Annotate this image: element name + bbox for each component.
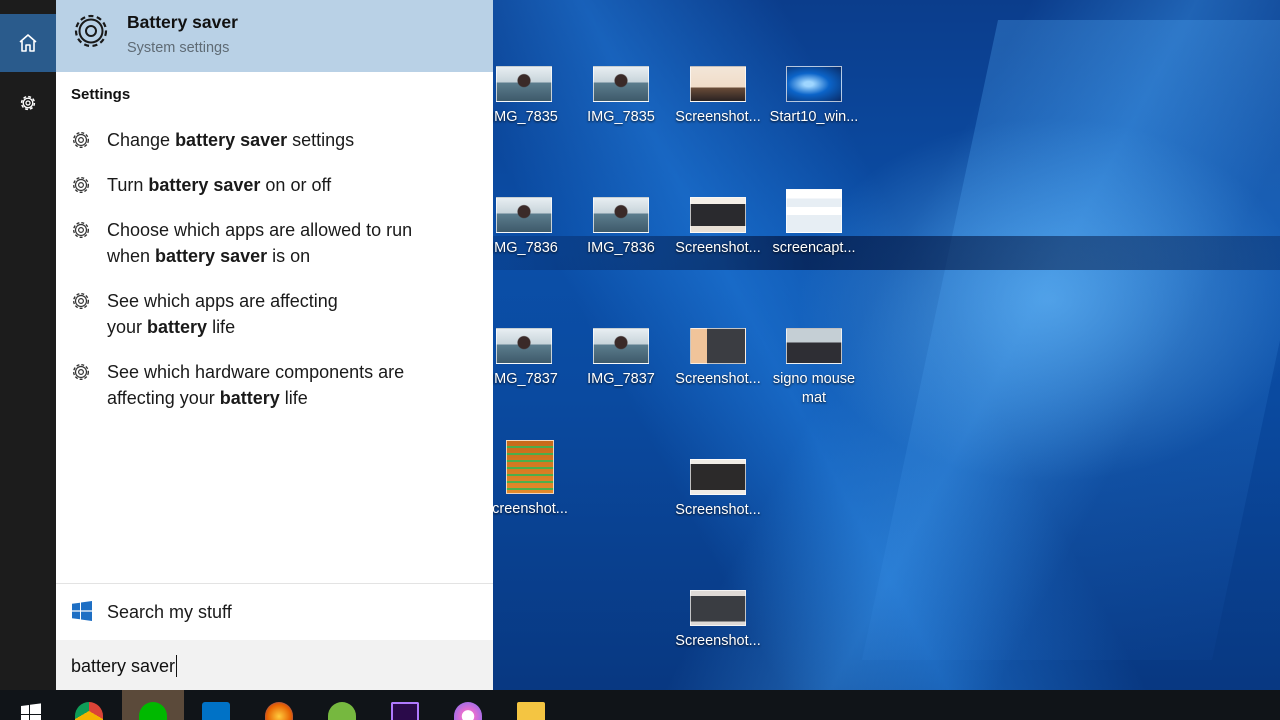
- taskbar-utorrent[interactable]: [311, 690, 373, 720]
- screenshot-thumbnail: [690, 459, 746, 495]
- desktop-icon[interactable]: Start10_win...: [768, 66, 860, 127]
- home-icon: [19, 34, 37, 52]
- desktop-icon[interactable]: creenshot...: [484, 440, 576, 519]
- desktop-icon-label: Screenshot...: [675, 502, 761, 518]
- gear-icon: [72, 131, 90, 149]
- screenshot-thumbnail: [690, 197, 746, 233]
- photo-thumbnail: [496, 66, 552, 102]
- settings-result[interactable]: Choose which apps are allowed to run whe…: [56, 217, 493, 269]
- windows-start-icon: [21, 703, 41, 720]
- desktop-icon[interactable]: IMG_7836: [575, 197, 667, 258]
- gear-icon: [72, 221, 90, 239]
- gear-icon: [72, 363, 90, 381]
- taskbar-firefox[interactable]: [248, 690, 310, 720]
- settings-result[interactable]: See which hardware components are affect…: [56, 359, 493, 411]
- utorrent-icon: [328, 702, 356, 720]
- desktop-icon[interactable]: screencapt...: [768, 189, 860, 258]
- best-match-subtitle: System settings: [127, 40, 230, 56]
- line-icon: [139, 702, 167, 720]
- screenshot-thumbnail: [786, 189, 842, 233]
- taskbar-line[interactable]: [122, 690, 184, 720]
- taskbar-premiere[interactable]: [374, 690, 436, 720]
- settings-result[interactable]: See which apps are affecting your batter…: [56, 288, 493, 340]
- gear-icon: [72, 292, 90, 310]
- settings-result-text: Turn battery saver on or off: [107, 175, 332, 195]
- desktop-icon[interactable]: Screenshot...: [672, 66, 764, 127]
- video-thumbnail: [786, 328, 842, 364]
- desktop-icon-label: Start10_win...: [769, 109, 859, 125]
- desktop-icon-label: screencapt...: [772, 240, 856, 256]
- screenshot-thumbnail: [690, 328, 746, 364]
- best-match-title: Battery saver: [127, 12, 238, 32]
- search-my-stuff-label: Search my stuff: [107, 602, 232, 622]
- windows-logo-icon: [72, 601, 92, 621]
- search-input[interactable]: battery saver: [56, 640, 493, 690]
- taskbar: [0, 690, 1280, 720]
- home-button[interactable]: [0, 14, 56, 72]
- desktop-icon-label: IMG_7835: [587, 109, 655, 125]
- search-my-stuff-button[interactable]: Search my stuff: [56, 590, 493, 636]
- screenshot-thumbnail: [506, 440, 554, 494]
- desktop-icon-label: IMG_7836: [587, 240, 655, 256]
- desktop-icon[interactable]: Screenshot...: [672, 197, 764, 258]
- gear-icon: [72, 176, 90, 194]
- chrome-icon: [75, 702, 103, 720]
- firefox-icon: [265, 702, 293, 720]
- premiere-icon: [391, 702, 419, 720]
- start-button[interactable]: [0, 690, 62, 720]
- settings-result[interactable]: Change battery saver settings: [56, 127, 493, 153]
- photo-thumbnail: [593, 66, 649, 102]
- taskbar-outlook[interactable]: [185, 690, 247, 720]
- desktop-icon[interactable]: Screenshot...: [672, 459, 764, 520]
- desktop-icon[interactable]: IMG_7837: [575, 328, 667, 389]
- screenshot-thumbnail: [690, 590, 746, 626]
- taskbar-itunes[interactable]: [437, 690, 499, 720]
- settings-result[interactable]: Turn battery saver on or off: [56, 172, 493, 198]
- best-match-result[interactable]: Battery saver System settings: [56, 0, 493, 72]
- itunes-icon: [454, 702, 482, 720]
- desktop-icon-label: creenshot...: [492, 501, 568, 517]
- screenshot-thumbnail: [786, 66, 842, 102]
- search-results-panel: Battery saver System settings Settings C…: [56, 0, 493, 690]
- settings-button[interactable]: [0, 74, 56, 132]
- photo-thumbnail: [593, 197, 649, 233]
- desktop-icon[interactable]: signo mouse mat: [768, 328, 860, 408]
- start-left-rail: [0, 0, 56, 690]
- settings-result-text: See which apps are affecting your batter…: [107, 291, 338, 337]
- desktop-icon-label: signo mouse mat: [772, 371, 856, 406]
- screenshot-thumbnail: [690, 66, 746, 102]
- search-query-text: battery saver: [71, 655, 178, 677]
- panel-divider: [56, 583, 493, 584]
- gear-icon: [74, 14, 108, 48]
- settings-section-heading: Settings: [71, 86, 131, 103]
- settings-result-text: See which hardware components are affect…: [107, 362, 405, 408]
- taskbar-chrome[interactable]: [58, 690, 120, 720]
- desktop-icon-label: Screenshot...: [675, 109, 761, 125]
- settings-result-text: Choose which apps are allowed to run whe…: [107, 220, 413, 266]
- desktop-icon[interactable]: IMG_7835: [575, 66, 667, 127]
- taskbar-file-explorer[interactable]: [500, 690, 562, 720]
- photo-thumbnail: [496, 328, 552, 364]
- desktop-icon[interactable]: Screenshot...: [672, 590, 764, 651]
- desktop-icon[interactable]: Screenshot...: [672, 328, 764, 389]
- outlook-icon: [202, 702, 230, 720]
- desktop-icon-label: Screenshot...: [675, 240, 761, 256]
- photo-thumbnail: [496, 197, 552, 233]
- desktop-icon-label: IMG_7837: [587, 371, 655, 387]
- gear-icon: [20, 95, 36, 111]
- settings-result-text: Change battery saver settings: [107, 130, 355, 150]
- desktop-icon-label: Screenshot...: [675, 371, 761, 387]
- file-explorer-icon: [517, 702, 545, 720]
- desktop-icon-label: Screenshot...: [675, 633, 761, 649]
- photo-thumbnail: [593, 328, 649, 364]
